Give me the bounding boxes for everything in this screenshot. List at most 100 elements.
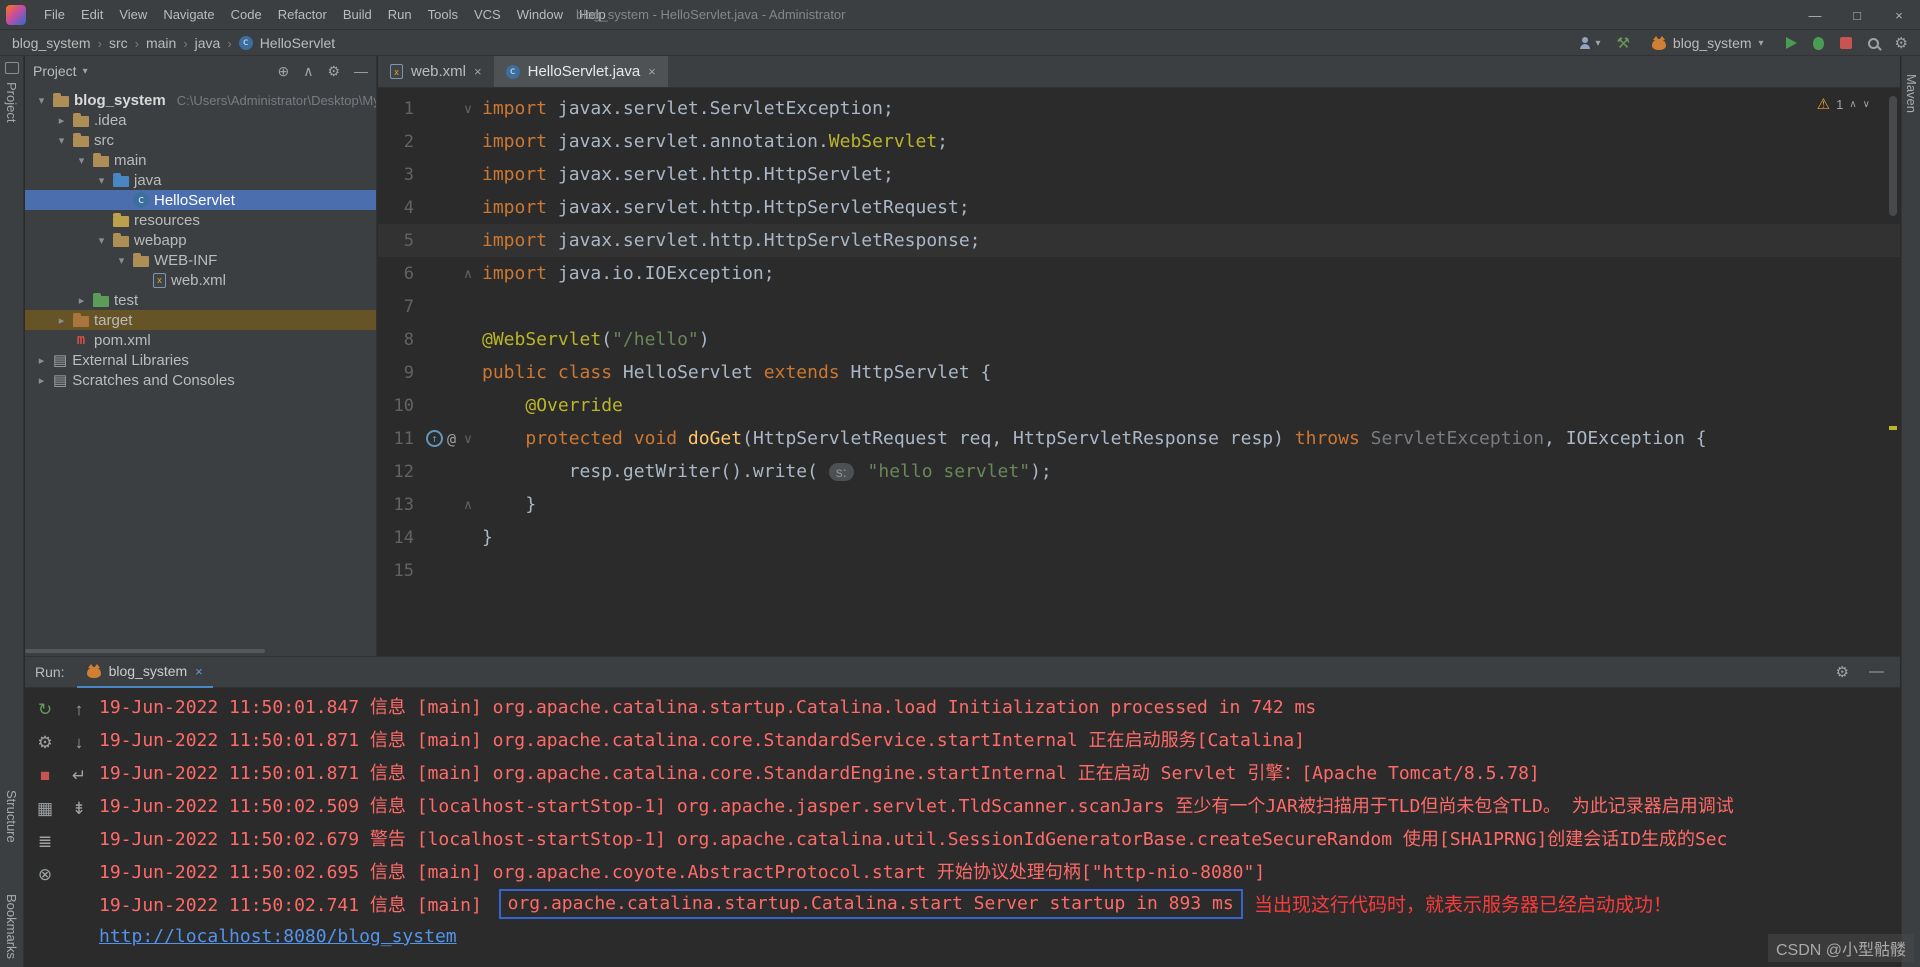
breadcrumb-item-java[interactable]: java	[195, 35, 221, 51]
chevron-right-icon[interactable]: ▸	[55, 314, 68, 327]
fold-open-icon[interactable]: ∨	[458, 431, 478, 447]
dashboard-grid-icon[interactable]: ▦	[37, 798, 53, 819]
tree-item-web-inf[interactable]: ▾WEB-INF	[25, 250, 376, 270]
tab-helloservlet-java[interactable]: c HelloServlet.java ×	[494, 56, 668, 87]
warning-stripe-mark[interactable]	[1889, 426, 1897, 430]
tree-item-main[interactable]: ▾main	[25, 150, 376, 170]
down-stack-trace-icon[interactable]: ↓	[75, 732, 84, 753]
tool-button-bookmarks[interactable]: Bookmarks	[4, 894, 19, 959]
breadcrumb-item-main[interactable]: main	[146, 35, 176, 51]
chevron-right-icon[interactable]: ▸	[35, 374, 48, 387]
close-icon[interactable]: ×	[474, 64, 482, 79]
chevron-down-icon[interactable]: ▾	[55, 134, 68, 147]
build-hammer-icon[interactable]: ⚒	[1616, 36, 1629, 51]
chevron-down-icon[interactable]: ▾	[83, 66, 88, 77]
tree-item-target[interactable]: ▸target	[25, 310, 376, 330]
chevron-right-icon[interactable]: ▸	[75, 294, 88, 307]
tree-item-helloservlet[interactable]: cHelloServlet	[25, 190, 376, 210]
breadcrumb-item-src[interactable]: src	[109, 35, 128, 51]
inspection-widget[interactable]: ⚠ 1 ∧ ∨	[1817, 95, 1870, 113]
annotation-icon[interactable]: @	[447, 430, 456, 448]
chevron-down-icon[interactable]: ▾	[115, 254, 128, 267]
editor-scrollbar[interactable]	[1889, 96, 1897, 216]
tree-item-java[interactable]: ▾java	[25, 170, 376, 190]
project-panel-title[interactable]: Project	[33, 63, 77, 79]
project-tool-window-icon[interactable]	[5, 62, 19, 74]
tree-item-pom-xml[interactable]: mpom.xml	[25, 330, 376, 350]
tool-button-maven[interactable]: Maven	[1904, 74, 1919, 113]
search-everywhere-button[interactable]	[1868, 38, 1879, 49]
tree-item-src[interactable]: ▾src	[25, 130, 376, 150]
code-text: import javax.servlet.annotation.WebServl…	[482, 131, 948, 152]
tree-item-idea[interactable]: ▸.idea	[25, 110, 376, 130]
menu-code[interactable]: Code	[223, 4, 270, 25]
maximize-icon[interactable]: □	[1836, 0, 1878, 30]
soft-wrap-icon[interactable]: ↵	[72, 765, 86, 786]
collaboration-button[interactable]: ▾	[1578, 37, 1600, 49]
close-icon[interactable]: ×	[648, 64, 656, 79]
tree-item-external-libraries[interactable]: ▸▤External Libraries	[25, 350, 376, 370]
menu-view[interactable]: View	[111, 4, 155, 25]
clear-icon[interactable]: ⊗	[38, 864, 52, 885]
scroll-to-end-icon[interactable]: ⇟	[72, 798, 86, 819]
minimize-icon[interactable]: —	[1794, 0, 1836, 30]
tool-button-project[interactable]: Project	[4, 82, 19, 122]
up-stack-trace-icon[interactable]: ↑	[75, 699, 84, 720]
chevron-down-icon[interactable]: ▾	[75, 154, 88, 167]
stop-icon[interactable]: ■	[40, 765, 50, 786]
stop-button[interactable]	[1840, 37, 1852, 49]
tree-item-label: web.xml	[171, 272, 226, 289]
settings-button[interactable]: ⚙	[1895, 36, 1908, 51]
console-link[interactable]: http://localhost:8080/blog_system	[99, 926, 457, 947]
tree-item-test[interactable]: ▸test	[25, 290, 376, 310]
gear-icon[interactable]: ⚙	[327, 63, 340, 80]
menu-vcs[interactable]: VCS	[466, 4, 509, 25]
horizontal-scrollbar[interactable]	[25, 649, 265, 653]
watermark: CSDN @小型骷髅	[1768, 934, 1914, 962]
code-line-15: 15	[378, 554, 1900, 587]
tree-item-resources[interactable]: resources	[25, 210, 376, 230]
debug-button[interactable]	[1813, 37, 1824, 50]
tree-item-web-xml[interactable]: xweb.xml	[25, 270, 376, 290]
tree-item-webapp[interactable]: ▾webapp	[25, 230, 376, 250]
run-tab-blog-system[interactable]: blog_system ×	[77, 657, 213, 688]
breadcrumb-item-helloservlet[interactable]: HelloServlet	[260, 35, 335, 51]
tool-button-structure[interactable]: Structure	[4, 790, 19, 843]
menu-run[interactable]: Run	[380, 4, 420, 25]
locate-file-icon[interactable]: ⊕	[277, 63, 289, 80]
tree-item-blog-system[interactable]: ▾blog_systemC:\Users\Administrator\Deskt…	[25, 90, 376, 110]
close-icon[interactable]: ×	[1878, 0, 1920, 30]
menu-edit[interactable]: Edit	[73, 4, 111, 25]
hide-panel-icon[interactable]: —	[354, 63, 368, 80]
chevron-down-icon[interactable]: ▾	[95, 234, 108, 247]
fold-open-icon[interactable]: ∨	[458, 101, 478, 117]
tree-item-scratches-and-consoles[interactable]: ▸▤Scratches and Consoles	[25, 370, 376, 390]
menu-navigate[interactable]: Navigate	[155, 4, 222, 25]
menu-window[interactable]: Window	[509, 4, 571, 25]
gear-icon[interactable]: ⚙	[1836, 663, 1849, 681]
hide-panel-icon[interactable]: —	[1869, 663, 1884, 681]
print-icon[interactable]: ≣	[38, 831, 52, 852]
menu-tools[interactable]: Tools	[420, 4, 466, 25]
next-problem-icon[interactable]: ∨	[1863, 99, 1870, 110]
overrides-method-icon[interactable]: ↑	[426, 430, 443, 447]
breadcrumb-item-blog-system[interactable]: blog_system	[12, 35, 91, 51]
close-icon[interactable]: ×	[195, 664, 203, 679]
menu-file[interactable]: File	[36, 4, 73, 25]
bug-icon	[1813, 37, 1824, 50]
tab-web-xml[interactable]: x web.xml ×	[378, 56, 494, 87]
collapse-all-icon[interactable]: ∧	[303, 63, 313, 80]
fold-close-icon[interactable]: ∧	[458, 266, 478, 282]
prev-problem-icon[interactable]: ∧	[1849, 99, 1856, 110]
chevron-right-icon[interactable]: ▸	[35, 354, 48, 367]
chevron-down-icon[interactable]: ▾	[95, 174, 108, 187]
menu-build[interactable]: Build	[335, 4, 380, 25]
rerun-icon[interactable]: ↻	[38, 699, 52, 720]
fold-close-icon[interactable]: ∧	[458, 497, 478, 513]
run-button[interactable]	[1786, 37, 1797, 49]
chevron-down-icon[interactable]: ▾	[35, 94, 48, 107]
settings-wrench-icon[interactable]: ⚙	[37, 732, 52, 753]
run-configuration-selector[interactable]: blog_system ▾	[1646, 33, 1770, 53]
menu-refactor[interactable]: Refactor	[270, 4, 335, 25]
chevron-right-icon[interactable]: ▸	[55, 114, 68, 127]
